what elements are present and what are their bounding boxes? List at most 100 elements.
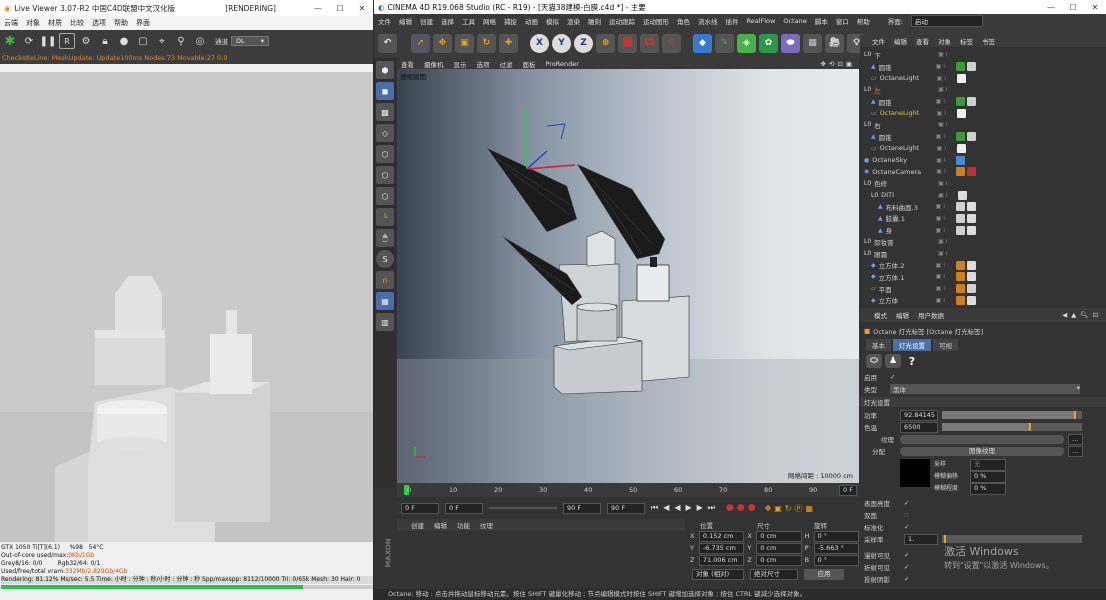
visibility-toggle[interactable]: ▣ ⁞ [936,227,956,234]
tab-visibility[interactable]: 可视 [933,339,958,351]
region-render-icon[interactable]: R [59,33,75,49]
menu-simulate[interactable]: 模拟 [546,16,559,26]
pick-material-icon[interactable]: ◎ [192,33,208,49]
mat-menu-texture[interactable]: 纹理 [480,520,493,530]
size-field[interactable]: 0 cm [756,530,802,542]
tag-icon[interactable] [966,213,976,223]
visibility-toggle[interactable]: ▣ ⁞ [936,63,956,70]
material-ball-icon[interactable]: ● [116,33,132,49]
undo-icon[interactable]: ↶ [378,33,397,53]
point-mode-icon[interactable]: ⬡ [376,145,394,163]
menu-object[interactable]: 对象 [26,18,40,28]
frame-max-field[interactable]: 90 F [563,502,601,514]
visibility-toggle[interactable]: ▣ ⁞ [936,203,956,210]
rot-field[interactable]: 0 ° [813,530,859,542]
tag-icon[interactable] [955,97,965,107]
object-row[interactable]: ▲ 圆锥 ▣ ⁞ [860,96,1106,108]
scale-tool-icon[interactable]: ▣ [455,33,474,53]
frame-min-field[interactable]: 0 F [445,502,483,514]
visibility-toggle[interactable]: ▣ ⁞ [936,285,956,292]
coord-mode-select[interactable]: 对象 (相对) [692,569,744,580]
tag-icon[interactable] [966,202,976,212]
key-mode-icons[interactable]: ✥▣↻ⓟ▦ [765,503,817,514]
texture-more-button[interactable]: … [1068,433,1083,445]
tag-icon[interactable] [966,97,976,107]
subdivision-icon[interactable]: ◈ [737,33,756,53]
menu-help[interactable]: 帮助 [114,18,128,28]
object-row[interactable]: ▲ 圆锥 ▣ ⁞ [860,131,1106,143]
tweak-mode-icon[interactable]: 🖱︎ [376,229,394,247]
tag-icon[interactable] [956,143,966,153]
object-row[interactable]: ▲ 布料曲面.3 ▣ ⁞ [860,201,1106,213]
mat-menu-edit[interactable]: 编辑 [434,520,447,530]
viewport-nav-icons[interactable]: ✥⟲⊡▣ [821,60,855,68]
pen-spline-icon[interactable]: ✎ [715,33,734,53]
tag-icon[interactable] [955,225,965,235]
render-picture-viewer-icon[interactable]: 🎞︎ [640,33,659,53]
transport-buttons[interactable]: ⏮◀◀▶▶⏭ [651,503,720,513]
restart-render-icon[interactable]: ⟳ [21,33,37,49]
visibility-toggle[interactable]: ▣ ⁞ [936,297,956,304]
frame-range-slider[interactable] [489,507,557,509]
menu-render[interactable]: 渲染 [567,16,580,26]
menu-cloud[interactable]: 云端 [4,18,18,28]
channel-select[interactable]: DL ▾ [231,36,269,46]
settings-gear-icon[interactable]: ⚙ [78,33,94,49]
pos-field[interactable]: 71.006 cm [698,554,745,566]
object-row[interactable]: ▭ OctaneLight ▣ ⁞ [860,107,1106,119]
workplane-icon[interactable]: ◇ [376,124,394,142]
vp-menu-prorender[interactable]: ProRender [546,60,579,68]
current-frame-field[interactable]: 0 F [839,485,857,496]
menu-create[interactable]: 创建 [420,16,433,26]
attr-menu-userdata[interactable]: 用户数据 [918,310,944,320]
visibility-toggle[interactable]: ▣ ⁞ [938,238,958,245]
mat-menu-create[interactable]: 创建 [411,520,424,530]
coord-size-mode-select[interactable]: 绝对尺寸 [750,569,798,580]
size-field[interactable]: 0 cm [756,554,802,566]
visibility-toggle[interactable]: ▣ ⁞ [938,86,958,93]
make-editable-icon[interactable]: ⬢ [376,61,394,79]
visibility-toggle[interactable]: ▣ ⁞ [938,51,958,58]
visibility-toggle[interactable]: ▣ ⁞ [938,250,958,257]
planar-workplane-icon[interactable]: ▥ [376,313,394,331]
maximize-icon[interactable]: ☐ [329,4,351,13]
menu-sculpt[interactable]: 雕刻 [588,16,601,26]
visibility-toggle[interactable]: ▣ ⁞ [938,192,958,199]
tag-icon[interactable] [955,202,965,212]
menu-script[interactable]: 脚本 [815,16,828,26]
double-sided-checkbox[interactable]: ▫ [904,511,908,519]
deformer-icon[interactable]: ⬬ [781,33,800,53]
object-row[interactable]: ◆ 立方体.1 ▣ ⁞ [860,271,1106,283]
vp-menu-view[interactable]: 查看 [401,59,414,69]
help-icon[interactable]: ? [904,354,920,368]
menu-motion-tracking[interactable]: 运动跟踪 [609,16,635,26]
object-row[interactable]: L0 DITI ▣ ⁞ [860,189,1106,201]
layout-select[interactable]: 启动 [910,15,983,27]
image-texture-button[interactable]: 图像纹理 [900,446,1064,456]
object-row[interactable]: ◆ 立方体.2 ▣ ⁞ [860,259,1106,271]
camera-icon[interactable]: 🎥︎ [825,33,844,53]
normalize-checkbox[interactable]: ✓ [904,523,909,531]
type-select[interactable]: 黑体 ▾ [890,384,1080,394]
record-keys-icons[interactable]: ●●● [726,503,759,513]
power-input[interactable]: 92.84145 [900,409,938,421]
polygon-mode-icon[interactable]: ⬡ [376,187,394,205]
perspective-viewport[interactable]: 透视视图 网格间距 : 10000 cm [397,69,859,483]
texture-mode-icon[interactable]: ▩ [376,103,394,121]
visibility-toggle[interactable]: ▣ ⁞ [937,110,957,117]
pin-icon[interactable]: ⚲ [173,33,189,49]
menu-plugins[interactable]: 插件 [726,16,739,26]
tag-icon[interactable] [955,284,965,294]
sampling-select[interactable]: 无 [970,459,1006,471]
visibility-toggle[interactable]: ▣ ⁞ [936,157,956,164]
tag-icon[interactable] [958,190,968,200]
coord-system-icon[interactable]: ⊕ [596,33,615,53]
object-row[interactable]: L0 右 ▣ ⁞ [860,119,1106,131]
cube-primitive-icon[interactable]: ◆ [693,33,712,53]
attr-nav-icons[interactable]: ◀▲🔍︎⊡ [1062,311,1102,319]
tag-icon[interactable] [955,213,965,223]
menu-octane[interactable]: Octane [783,17,806,25]
object-row[interactable]: ▲ 圆锥 ▣ ⁞ [860,61,1106,73]
attr-menu-mode[interactable]: 模式 [874,310,887,320]
tag-icon[interactable] [967,167,977,177]
